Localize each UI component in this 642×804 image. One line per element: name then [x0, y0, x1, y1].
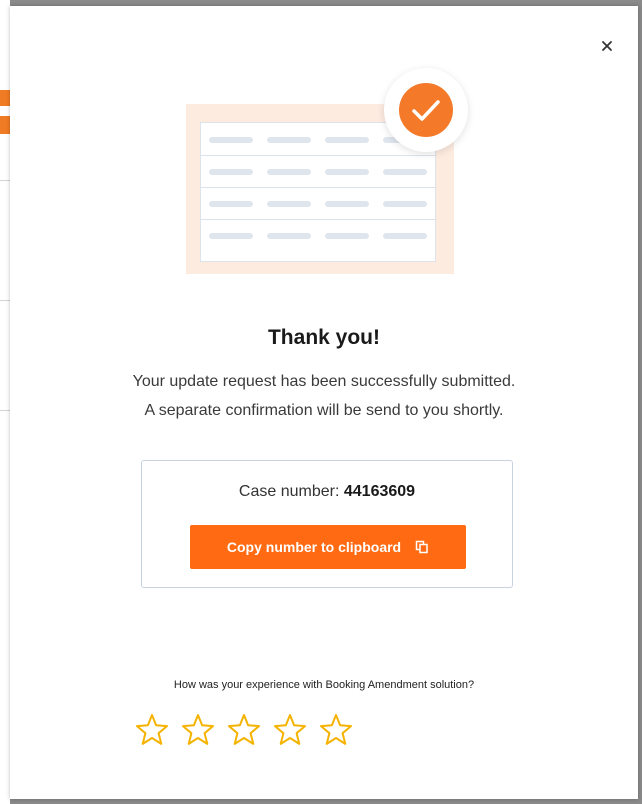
star-2-icon[interactable] [180, 712, 216, 748]
background-divider [0, 300, 10, 301]
close-button[interactable] [600, 39, 614, 53]
check-circle-icon [399, 83, 453, 137]
star-5-icon[interactable] [318, 712, 354, 748]
background-accent [0, 90, 10, 106]
background-accent [0, 116, 10, 134]
copy-icon [415, 540, 429, 554]
star-3-icon[interactable] [226, 712, 262, 748]
case-number-line: Case number: 44163609 [142, 483, 512, 501]
case-number-label: Case number: [238, 483, 340, 500]
copy-button-label: Copy number to clipboard [226, 539, 402, 555]
background-divider [0, 180, 10, 181]
case-number-box: Case number: 44163609 Copy number to cli… [141, 460, 513, 588]
case-number-value: 44163609 [343, 483, 416, 500]
star-rating [134, 712, 364, 748]
dialog-title: Thank you! [267, 326, 380, 349]
rating-question: How was your experience with Booking Ame… [173, 679, 475, 691]
success-message-line-2: A separate confirmation will be send to … [144, 402, 504, 419]
background-divider [0, 410, 10, 411]
star-4-icon[interactable] [272, 712, 308, 748]
success-message-line-1: Your update request has been successfull… [132, 373, 516, 390]
star-1-icon[interactable] [134, 712, 170, 748]
confirmation-dialog: Thank you! Your update request has been … [10, 6, 638, 799]
close-icon [602, 41, 612, 51]
copy-to-clipboard-button[interactable]: Copy number to clipboard [190, 525, 466, 569]
success-badge [384, 68, 468, 152]
